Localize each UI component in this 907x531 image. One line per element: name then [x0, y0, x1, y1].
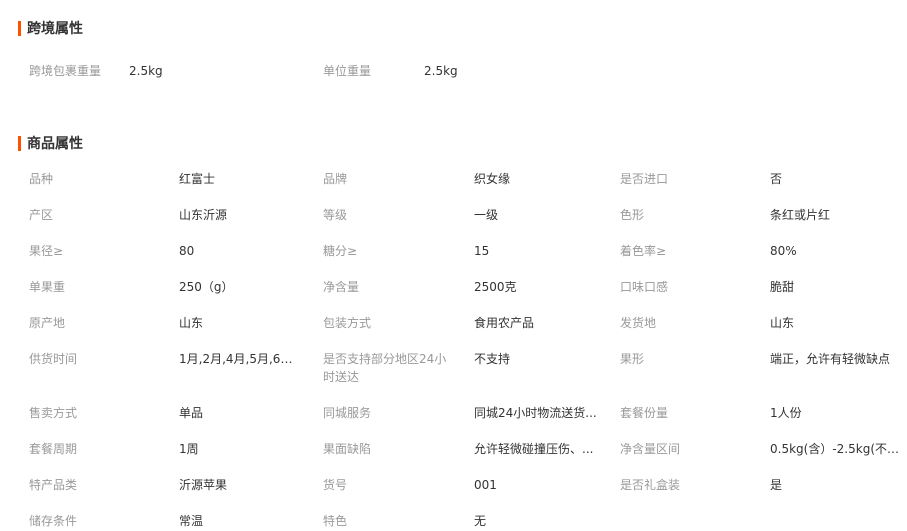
- attr-value: 1人份: [770, 406, 802, 420]
- attr-value: 250（g）: [179, 280, 234, 294]
- attr-value: 2500克: [474, 280, 517, 294]
- attr-label: 供货时间: [29, 352, 78, 366]
- attr-label: 品牌: [323, 172, 348, 186]
- product-title-text: 商品属性: [27, 136, 83, 152]
- attr-value-unit-weight: 2.5kg: [424, 64, 458, 78]
- attr-value-package-weight: 2.5kg: [129, 64, 163, 78]
- attr-label: 套餐份量: [620, 406, 669, 420]
- attr-value: 80%: [770, 244, 797, 258]
- cross-border-section-title: 跨境属性: [18, 19, 83, 37]
- attr-value: 001: [474, 478, 497, 492]
- attr-label: 是否支持部分地区24小时送达: [323, 352, 447, 384]
- attr-value: 常温: [179, 514, 204, 528]
- attr-label: 果径≥: [29, 244, 64, 258]
- section-marker: [18, 20, 21, 36]
- attr-label: 着色率≥: [620, 244, 667, 258]
- attr-label: 原产地: [29, 316, 66, 330]
- attr-value: 是: [770, 478, 783, 492]
- attr-label: 果面缺陷: [323, 442, 372, 456]
- attr-value: 单品: [179, 406, 204, 420]
- attr-value: 山东沂源: [179, 208, 228, 222]
- attr-label: 特色: [323, 514, 348, 528]
- attr-value: 无: [474, 514, 487, 528]
- attr-label: 套餐周期: [29, 442, 78, 456]
- attr-value: 1月,2月,4月,5月,6月,...: [179, 352, 304, 366]
- product-section-title: 商品属性: [18, 134, 83, 152]
- attr-label: 是否进口: [620, 172, 669, 186]
- attr-label: 色形: [620, 208, 645, 222]
- attr-label: 售卖方式: [29, 406, 78, 420]
- attr-value: 条红或片红: [770, 208, 831, 222]
- cross-border-title-text: 跨境属性: [27, 21, 83, 37]
- attr-label: 净含量: [323, 280, 360, 294]
- attr-label: 品种: [29, 172, 54, 186]
- attr-label: 货号: [323, 478, 348, 492]
- attr-value: 一级: [474, 208, 499, 222]
- attr-label: 单果重: [29, 280, 66, 294]
- attr-label: 包装方式: [323, 316, 372, 330]
- attr-value: 1周: [179, 442, 199, 456]
- attr-label: 是否礼盒装: [620, 478, 681, 492]
- attr-label: 糖分≥: [323, 244, 358, 258]
- attr-label: 储存条件: [29, 514, 78, 528]
- attr-value: 15: [474, 244, 490, 258]
- attr-label: 口味口感: [620, 280, 669, 294]
- section-marker: [18, 135, 21, 151]
- attr-value: 同城24小时物流送货...: [474, 406, 597, 420]
- attr-label: 产区: [29, 208, 54, 222]
- attr-label: 发货地: [620, 316, 657, 330]
- attr-label: 果形: [620, 352, 645, 366]
- attr-value: 0.5kg(含）-2.5kg(不含）: [770, 442, 903, 456]
- attr-label: 净含量区间: [620, 442, 681, 456]
- attr-value: 允许轻微碰撞压伤、...: [474, 442, 594, 456]
- attr-value: 沂源苹果: [179, 478, 228, 492]
- attr-value: 山东: [179, 316, 204, 330]
- attr-value: 端正，允许有轻微缺点: [770, 352, 891, 366]
- attr-label-unit-weight: 单位重量: [323, 64, 372, 78]
- attr-value: 红富士: [179, 172, 216, 186]
- attr-label: 特产品类: [29, 478, 78, 492]
- attr-label: 同城服务: [323, 406, 372, 420]
- attr-value: 否: [770, 172, 783, 186]
- attr-label-package-weight: 跨境包裹重量: [29, 64, 102, 78]
- attr-value: 织女缘: [474, 172, 511, 186]
- attr-value: 山东: [770, 316, 795, 330]
- attr-label: 等级: [323, 208, 348, 222]
- attr-value: 不支持: [474, 352, 511, 366]
- attr-value: 80: [179, 244, 195, 258]
- attr-value: 脆甜: [770, 280, 795, 294]
- attr-value: 食用农产品: [474, 316, 535, 330]
